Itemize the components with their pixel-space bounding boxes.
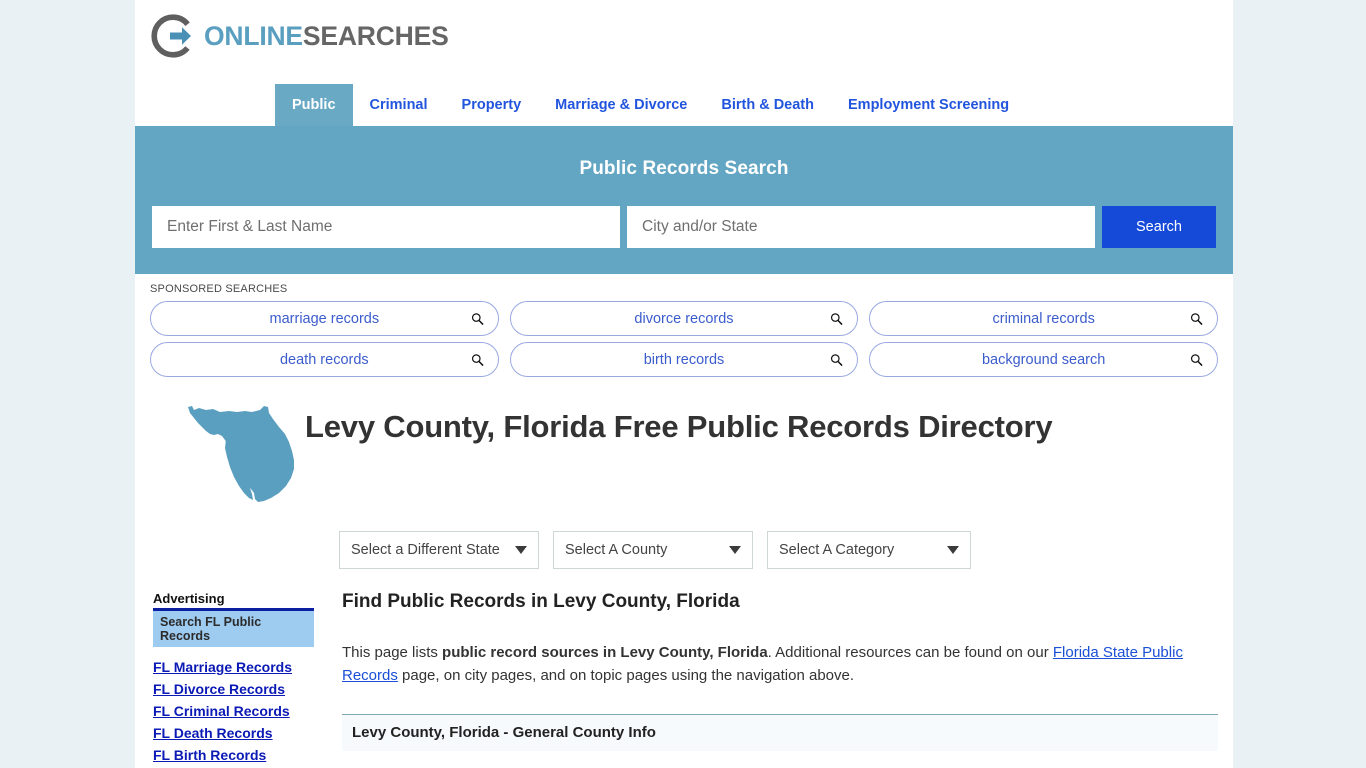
category-select[interactable]: Select A Category [767,531,971,569]
circle-arrow-logo-icon [151,14,195,58]
tab-birth-death[interactable]: Birth & Death [704,84,831,126]
magnifier-icon [1190,353,1203,366]
site-header: ONLINESEARCHES [135,0,1233,84]
intro-text-part-2: . Additional resources can be found on o… [767,644,1053,661]
advertising-links: FL Marriage Records FL Divorce Records F… [153,659,325,763]
main-navigation: Public Criminal Property Marriage & Divo… [135,84,1233,126]
state-select-value: Select a Different State [351,542,500,558]
tab-employment-screening[interactable]: Employment Screening [831,84,1026,126]
sponsored-pill-marriage-records[interactable]: marriage records [150,301,499,336]
content-area: Advertising Search FL Public Records FL … [135,569,1233,768]
sponsored-pill-label: birth records [643,351,725,368]
magnifier-icon [471,353,484,366]
county-select-value: Select A County [565,542,668,558]
page-root: ONLINESEARCHES Public Criminal Property … [0,0,1366,768]
logo-searches-text: SEARCHES [302,20,449,51]
chevron-down-icon [947,546,959,554]
chevron-down-icon [515,546,527,554]
site-container: ONLINESEARCHES Public Criminal Property … [135,0,1233,768]
sponsored-pill-label: death records [279,351,369,368]
intro-bold-phrase: public record sources in Levy County, Fl… [442,644,768,661]
sponsored-pill-label: background search [981,351,1106,368]
intro-text-part-3: page, on city pages, and on topic pages … [397,667,855,685]
magnifier-icon [1190,312,1203,325]
tab-marriage-divorce[interactable]: Marriage & Divorce [538,84,704,126]
sidebar-link-fl-criminal-records[interactable]: FL Criminal Records [153,703,325,719]
tab-criminal[interactable]: Criminal [353,84,445,126]
magnifier-icon [830,353,843,366]
search-button[interactable]: Search [1102,206,1216,248]
category-select-value: Select A Category [779,542,895,558]
name-search-input[interactable] [152,206,620,248]
page-title: Levy County, Florida Free Public Records… [305,409,1053,444]
sponsored-pill-label: criminal records [992,310,1095,327]
sponsored-pill-label: divorce records [634,310,734,327]
chevron-down-icon [729,546,741,554]
sponsored-searches-label: SPONSORED SEARCHES [150,283,288,295]
advertising-heading: Advertising [153,591,225,606]
florida-state-map-icon [150,397,305,518]
intro-paragraph: This page lists public record sources in… [342,641,1218,688]
sponsored-pill-label: marriage records [269,310,380,327]
county-select[interactable]: Select A County [553,531,753,569]
main-column: Find Public Records in Levy County, Flor… [339,591,1218,768]
sponsored-searches-section: SPONSORED SEARCHES marriage records divo… [135,274,1233,383]
advertising-sidebar: Advertising Search FL Public Records FL … [150,591,339,768]
sponsored-pill-background-search[interactable]: background search [869,342,1218,377]
city-state-search-input[interactable] [627,206,1095,248]
search-form: Search [152,206,1216,248]
sponsored-pill-criminal-records[interactable]: criminal records [869,301,1218,336]
public-records-search-banner: Public Records Search Search [135,126,1233,274]
intro-text-part-1: This page lists [342,644,443,661]
table-header-general-county-info: Levy County, Florida - General County In… [342,714,1218,751]
sidebar-link-fl-death-records[interactable]: FL Death Records [153,725,325,741]
logo-online-text: ONLINE [204,20,303,51]
sponsored-pill-birth-records[interactable]: birth records [509,342,859,377]
magnifier-icon [830,312,843,325]
page-hero: Levy County, Florida Free Public Records… [135,383,1233,518]
sponsored-pill-divorce-records[interactable]: divorce records [509,301,859,336]
general-county-info-table: Levy County, Florida - General County In… [342,713,1218,751]
sidebar-link-fl-birth-records[interactable]: FL Birth Records [153,747,325,763]
sponsored-pill-death-records[interactable]: death records [150,342,499,377]
sidebar-link-fl-marriage-records[interactable]: FL Marriage Records [153,659,325,675]
search-fl-public-records-promo[interactable]: Search FL Public Records [153,611,314,647]
tab-public[interactable]: Public [275,84,353,126]
state-select[interactable]: Select a Different State [339,531,539,569]
magnifier-icon [471,312,484,325]
sidebar-link-fl-divorce-records[interactable]: FL Divorce Records [153,681,325,697]
sponsored-searches-grid: marriage records divorce records crimina… [150,301,1218,377]
banner-title: Public Records Search [579,158,789,179]
logo-wordmark: ONLINESEARCHES [204,23,449,50]
site-logo[interactable]: ONLINESEARCHES [151,14,1233,58]
filter-selects: Select a Different State Select A County… [135,518,1233,569]
section-heading: Find Public Records in Levy County, Flor… [342,591,740,612]
tab-property[interactable]: Property [445,84,539,126]
